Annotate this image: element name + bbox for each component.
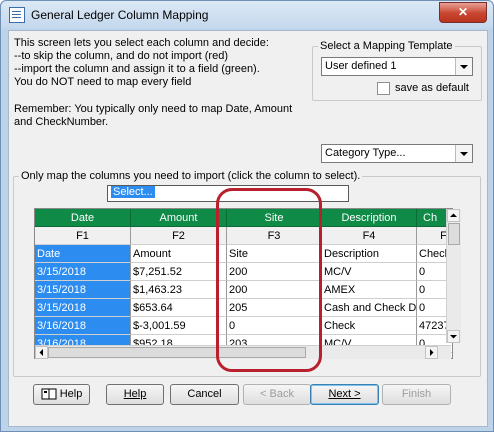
vertical-scroll-thumb[interactable] (448, 223, 460, 245)
help-button[interactable]: Help (106, 384, 164, 405)
table-cell[interactable]: $653.64 (131, 299, 227, 317)
cancel-button[interactable]: Cancel (170, 384, 239, 405)
site-column-annotation (216, 188, 322, 372)
mapping-template-select[interactable]: User defined 1 (321, 57, 473, 76)
field-f1[interactable]: F1 (35, 227, 131, 245)
table-cell[interactable]: AMEX (322, 281, 417, 299)
field-f2[interactable]: F2 (131, 227, 227, 245)
save-default-label: save as default (395, 82, 469, 94)
table-cell[interactable]: $1,463.23 (131, 281, 227, 299)
columns-group-label: Only map the columns you need to import … (19, 170, 363, 182)
table-cell[interactable]: $-3,001.59 (131, 317, 227, 335)
table-cell[interactable]: 3/16/2018 (35, 317, 131, 335)
table-cell[interactable]: Check (322, 317, 417, 335)
remember-line-1: Remember: You typically only need to map… (14, 103, 293, 115)
title-bar: General Ledger Column Mapping ✕ (1, 1, 493, 29)
category-type-select[interactable]: Category Type... (321, 144, 473, 163)
remember-line-2: and CheckNumber. (14, 116, 109, 128)
instruction-line-1: This screen lets you select each column … (14, 37, 269, 49)
instruction-line-3: --import the column and assign it to a f… (14, 63, 260, 75)
column-header-date[interactable]: Date (35, 209, 131, 227)
ledger-icon (9, 7, 25, 23)
column-header-amount[interactable]: Amount (131, 209, 227, 227)
category-type-value: Category Type... (325, 147, 406, 159)
table-cell[interactable]: 3/15/2018 (35, 263, 131, 281)
finish-button[interactable]: Finish (382, 384, 451, 405)
table-cell[interactable]: Description (322, 245, 417, 263)
table-cell[interactable]: Date (35, 245, 131, 263)
window-title: General Ledger Column Mapping (31, 8, 209, 22)
next-button[interactable]: Next > (310, 384, 379, 405)
help-icon-button-label: Help (59, 388, 83, 400)
table-cell[interactable]: MC/V (322, 263, 417, 281)
scroll-down-icon[interactable] (447, 330, 460, 343)
grid-vertical-scrollbar[interactable] (446, 209, 461, 343)
save-default-checkbox[interactable] (377, 82, 390, 95)
column-header-description[interactable]: Description (322, 209, 417, 227)
column-action-value: Select... (111, 186, 155, 198)
instruction-line-2: --to skip the column, and do not import … (14, 50, 228, 62)
scroll-left-icon[interactable] (35, 346, 48, 359)
field-f4[interactable]: F4 (322, 227, 417, 245)
close-button[interactable]: ✕ (439, 2, 487, 23)
help-icon-button[interactable]: Help (33, 384, 90, 405)
table-cell[interactable]: 3/15/2018 (35, 299, 131, 317)
scroll-right-icon[interactable] (425, 346, 438, 359)
table-cell[interactable]: Cash and Check D (322, 299, 417, 317)
table-cell[interactable]: $7,251.52 (131, 263, 227, 281)
help-button-label: Help (123, 388, 147, 400)
mapping-template-value: User defined 1 (325, 60, 397, 72)
chevron-down-icon[interactable] (455, 145, 472, 162)
next-button-label: Next > (328, 388, 361, 400)
help-book-icon (41, 388, 57, 400)
instruction-line-4: You do NOT need to map every field (14, 76, 192, 88)
scroll-up-icon[interactable] (447, 209, 460, 222)
back-button[interactable]: < Back (243, 384, 311, 405)
table-cell[interactable]: Amount (131, 245, 227, 263)
chevron-down-icon[interactable] (455, 58, 472, 75)
table-cell[interactable]: 3/15/2018 (35, 281, 131, 299)
mapping-template-label: Select a Mapping Template (318, 40, 455, 52)
